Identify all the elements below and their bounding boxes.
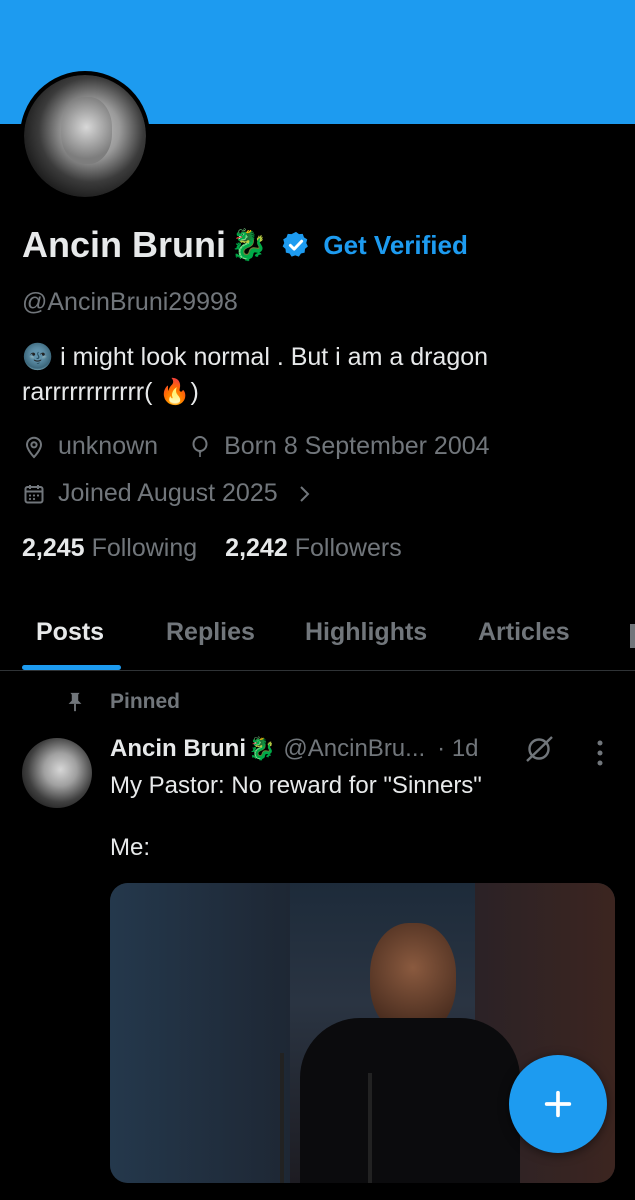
media-background-left — [110, 883, 290, 1183]
dragon-emoji: 🐉 — [230, 228, 268, 262]
location-text: unknown — [58, 432, 159, 460]
post-author-avatar[interactable] — [22, 738, 92, 808]
media-person-body — [300, 1018, 520, 1183]
tab-posts[interactable]: Posts — [36, 618, 104, 647]
post-author-name[interactable]: Ancin Bruni — [110, 735, 246, 763]
followers-label: Followers — [294, 534, 402, 562]
tab-replies[interactable]: Replies — [166, 618, 255, 647]
followers-count: 2,242 — [225, 534, 288, 562]
profile-meta-row: unknown Born 8 September 2004 — [22, 432, 520, 461]
following-stat[interactable]: 2,245 Following — [22, 534, 197, 563]
chevron-right-icon — [299, 485, 310, 502]
following-label: Following — [91, 534, 198, 562]
follow-stats: 2,245 Following 2,242 Followers — [22, 534, 430, 563]
profile-handle: @AncinBruni29998 — [22, 288, 238, 316]
bio-line: 🌚 i might look normal . But i am a drago… — [22, 343, 489, 371]
post-header: Ancin Bruni 🐉 @AncinBru... · 1d — [110, 735, 479, 763]
joined-row[interactable]: Joined August 2025 — [22, 479, 316, 508]
birthday-item: Born 8 September 2004 — [188, 432, 490, 461]
more-options-icon[interactable] — [590, 738, 610, 768]
media-microphone — [280, 1053, 284, 1183]
pinned-text: Pinned — [110, 690, 181, 713]
profile-tabs: Posts Replies Highlights Articles — [0, 600, 635, 671]
get-verified-link[interactable]: Get Verified — [323, 230, 468, 261]
grok-icon[interactable] — [522, 734, 556, 764]
location-pin-icon — [25, 436, 43, 458]
compose-post-button[interactable] — [509, 1055, 607, 1153]
plus-icon — [544, 1090, 572, 1118]
location-item: unknown — [22, 432, 158, 461]
profile-avatar[interactable] — [20, 71, 150, 201]
profile-name-row: Ancin Bruni 🐉 Get Verified — [22, 222, 468, 268]
profile-bio: 🌚 i might look normal . But i am a drago… — [22, 340, 622, 410]
pinned-label-row: Pinned — [64, 690, 180, 714]
verified-badge-icon[interactable] — [281, 230, 311, 260]
post-author-emoji: 🐉 — [248, 736, 276, 761]
media-microphone — [368, 1073, 372, 1183]
balloon-icon — [192, 435, 208, 457]
active-tab-indicator — [22, 665, 121, 670]
followers-stat[interactable]: 2,242 Followers — [225, 534, 402, 563]
birthday-text: Born 8 September 2004 — [224, 432, 490, 460]
media-person — [300, 923, 520, 1183]
display-name: Ancin Bruni — [22, 224, 226, 265]
joined-text: Joined August 2025 — [58, 479, 278, 507]
post-timestamp[interactable]: · 1d — [437, 735, 478, 763]
tab-articles[interactable]: Articles — [478, 618, 570, 647]
bio-line: rarrrrrrrrrrrr( 🔥) — [22, 378, 199, 406]
avatar-photo — [24, 75, 146, 197]
tab-highlights[interactable]: Highlights — [305, 618, 427, 647]
post-text: My Pastor: No reward for "Sinners" Me: — [110, 772, 482, 861]
calendar-icon — [24, 484, 44, 503]
post-author-handle[interactable]: @AncinBru... — [283, 735, 425, 763]
tab-overflow-edge — [630, 624, 635, 648]
following-count: 2,245 — [22, 534, 85, 562]
pin-icon — [68, 692, 82, 712]
